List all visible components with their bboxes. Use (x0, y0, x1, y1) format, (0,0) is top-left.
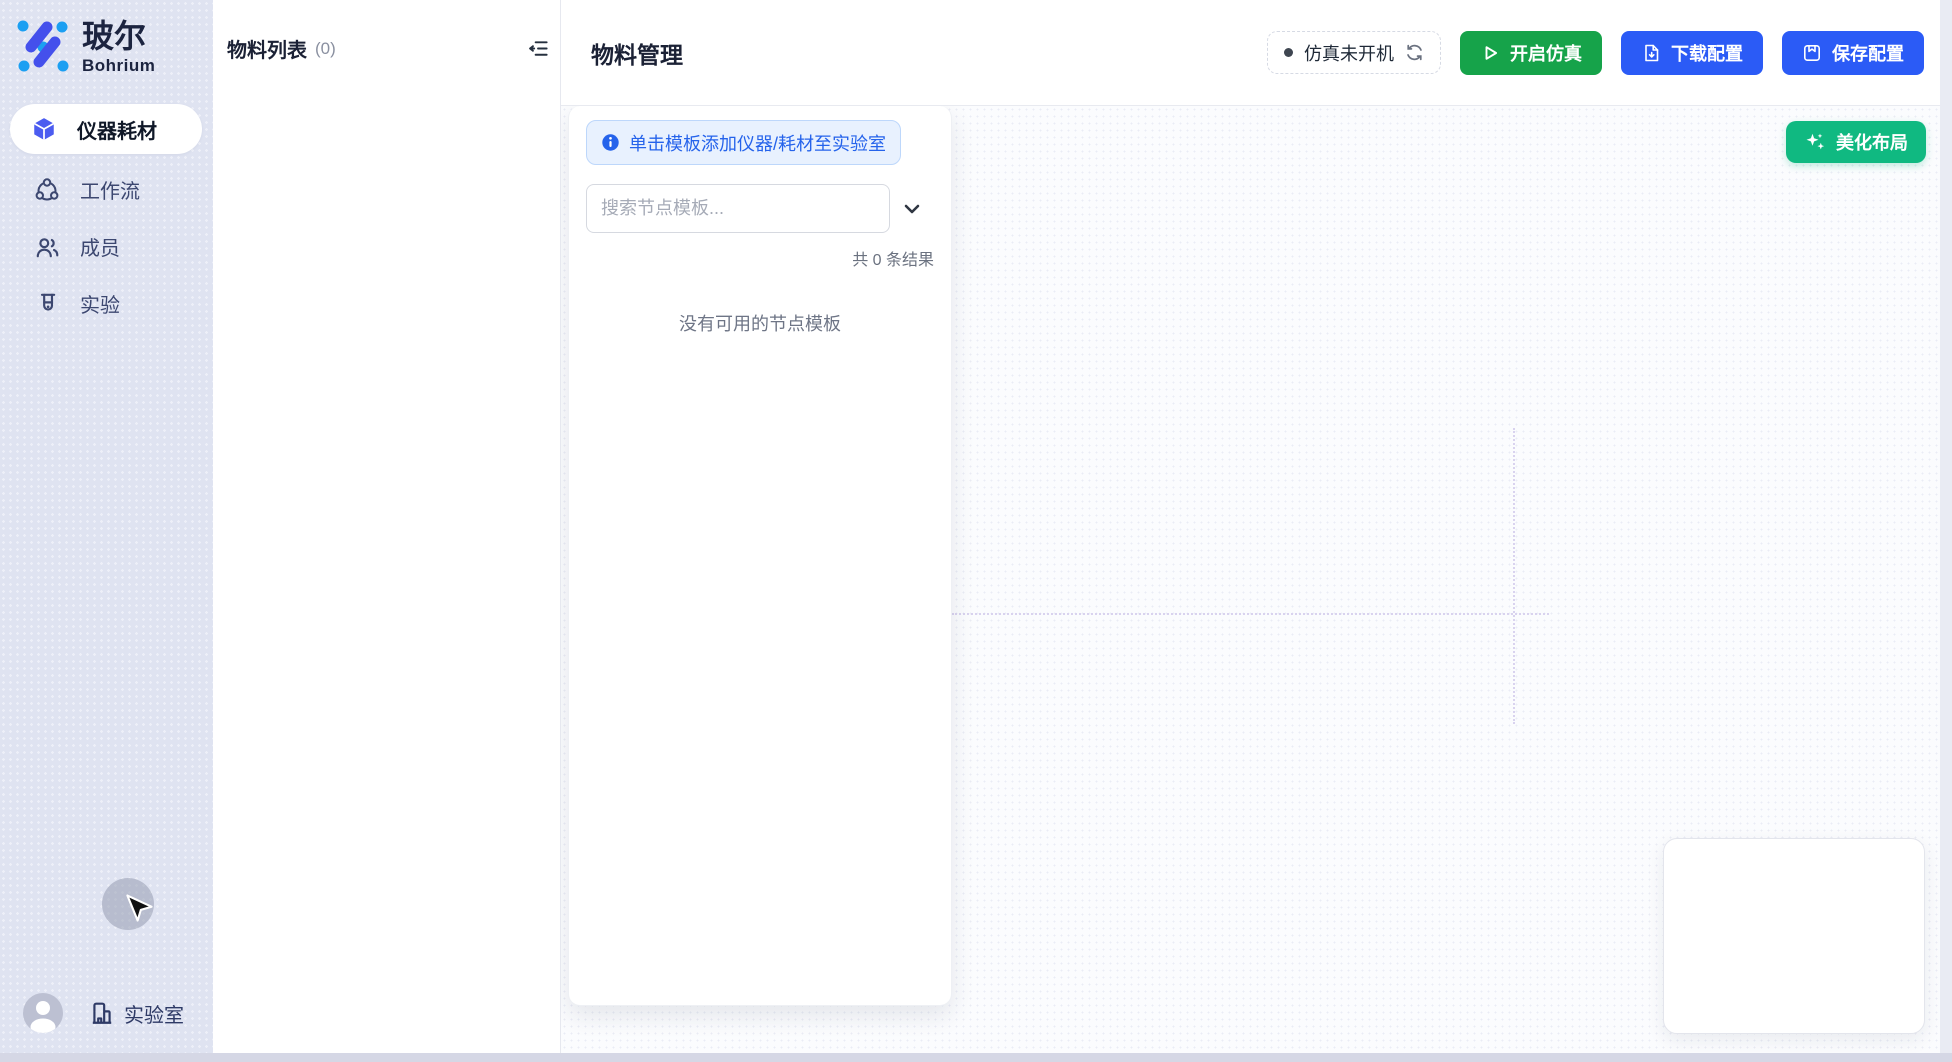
save-icon (1802, 43, 1822, 63)
template-tip-text: 单击模板添加仪器/耗材至实验室 (629, 130, 886, 156)
template-tip: 单击模板添加仪器/耗材至实验室 (586, 120, 901, 165)
experiment-icon (34, 291, 60, 317)
sidebar-item-label: 仪器耗材 (77, 115, 157, 144)
workflow-icon (34, 177, 60, 203)
vertical-scrollbar[interactable] (1940, 0, 1952, 1062)
node-template-panel: 单击模板添加仪器/耗材至实验室 共 0 条结果 没有可用的节点模板 (568, 106, 952, 1006)
sparkles-icon (1804, 131, 1826, 153)
beautify-layout-label: 美化布局 (1836, 129, 1908, 155)
cube-icon (31, 116, 57, 142)
material-list-count: (0) (315, 39, 336, 59)
building-icon (89, 1000, 115, 1026)
mouse-cursor (120, 892, 156, 932)
brand-name-cn: 玻尔 (82, 18, 155, 54)
user-avatar[interactable] (23, 993, 63, 1033)
sidebar-nav: 仪器耗材 工作流 成员 (0, 104, 213, 332)
beautify-layout-button[interactable]: 美化布局 (1786, 121, 1926, 163)
refresh-icon[interactable] (1405, 43, 1424, 62)
sidebar-item-laboratory[interactable]: 实验室 (89, 999, 184, 1028)
info-icon (601, 133, 620, 152)
material-list-title: 物料列表 (227, 34, 307, 63)
brand-name-en: Bohrium (82, 56, 155, 76)
start-simulation-label: 开启仿真 (1510, 40, 1582, 66)
status-dot-icon (1284, 48, 1293, 57)
download-config-button[interactable]: 下载配置 (1621, 31, 1763, 75)
material-list-panel: 物料列表 (0) (213, 0, 561, 1053)
empty-template-message: 没有可用的节点模板 (586, 310, 934, 336)
sidebar-item-members[interactable]: 成员 (0, 218, 213, 275)
lab-label: 实验室 (124, 999, 184, 1028)
main-header: 物料管理 仿真未开机 开启仿真 (561, 0, 1952, 106)
collapse-panel-icon[interactable] (527, 37, 550, 60)
brand-logo: 玻尔 Bohrium (0, 0, 213, 76)
simulation-status-chip[interactable]: 仿真未开机 (1267, 31, 1441, 74)
search-template-input[interactable] (586, 184, 890, 233)
play-icon (1480, 43, 1500, 63)
bohrium-logo-icon (14, 16, 70, 72)
alignment-guide-vertical (1513, 428, 1515, 724)
horizontal-scrollbar[interactable] (0, 1053, 1952, 1062)
members-icon (34, 234, 60, 260)
start-simulation-button[interactable]: 开启仿真 (1460, 31, 1602, 75)
sidebar-item-label: 实验 (80, 289, 120, 318)
alignment-guide-horizontal (952, 613, 1549, 615)
sidebar-item-label: 成员 (80, 232, 120, 261)
lab-canvas[interactable]: 单击模板添加仪器/耗材至实验室 共 0 条结果 没有可用的节点模板 美化布局 (561, 106, 1952, 1062)
chevron-down-icon[interactable] (890, 198, 934, 220)
sidebar-item-label: 工作流 (80, 175, 140, 204)
minimap-panel[interactable] (1663, 838, 1925, 1034)
sidebar-item-instruments[interactable]: 仪器耗材 (10, 104, 202, 154)
sidebar-item-workflow[interactable]: 工作流 (0, 161, 213, 218)
page-title: 物料管理 (591, 36, 683, 70)
simulation-status-text: 仿真未开机 (1304, 40, 1394, 66)
sidebar-item-experiment[interactable]: 实验 (0, 275, 213, 332)
file-download-icon (1641, 43, 1661, 63)
save-config-button[interactable]: 保存配置 (1782, 31, 1924, 75)
search-result-count: 共 0 条结果 (586, 246, 934, 270)
save-config-label: 保存配置 (1832, 40, 1904, 66)
download-config-label: 下载配置 (1671, 40, 1743, 66)
